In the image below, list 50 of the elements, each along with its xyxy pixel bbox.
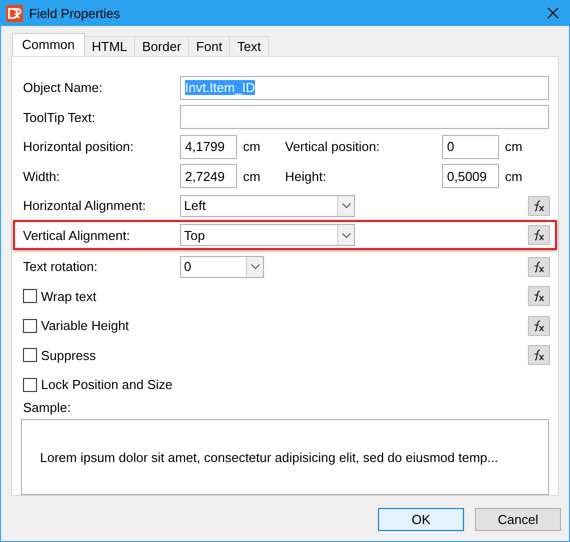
function-icon xyxy=(532,200,546,212)
function-icon xyxy=(532,349,546,362)
dialog-button[interactable]: OK xyxy=(378,508,464,531)
checkbox[interactable] xyxy=(23,348,37,362)
dialog-button[interactable]: Cancel xyxy=(475,508,561,531)
formula-button[interactable] xyxy=(528,196,550,216)
function-icon xyxy=(532,260,546,273)
tab[interactable]: Text xyxy=(229,36,270,56)
field-label: Height: xyxy=(285,168,328,184)
sample-label: Sample: xyxy=(22,399,72,418)
input-field[interactable]: 2,7249 xyxy=(180,164,237,188)
formula-button[interactable] xyxy=(528,316,550,336)
function-icon xyxy=(532,320,546,332)
field-label: Text rotation: xyxy=(23,259,98,274)
field-label: Vertical position: xyxy=(285,139,381,154)
input-field[interactable]: 4,1799 xyxy=(180,134,237,159)
dropdown[interactable]: 0 xyxy=(180,256,264,278)
function-icon xyxy=(532,290,546,302)
checkbox[interactable] xyxy=(23,318,37,333)
checkbox-label: Lock Position and Size xyxy=(41,377,173,392)
input-field[interactable]: 0,5009 xyxy=(442,164,499,188)
formula-button[interactable] xyxy=(528,256,550,277)
checkbox[interactable] xyxy=(23,378,37,392)
function-icon xyxy=(532,229,546,242)
formula-button[interactable] xyxy=(528,225,550,246)
field-label: Object Name: xyxy=(23,80,104,96)
unit-label: cm xyxy=(243,139,260,154)
sample-preview: Lorem ipsum dolor sit amet, consectetur adipisicing elit, sed do eiusmod temp... xyxy=(21,419,549,495)
input-field[interactable] xyxy=(180,105,549,130)
dropdown[interactable]: Left xyxy=(180,194,355,217)
unit-label: cm xyxy=(505,168,522,184)
formula-button[interactable] xyxy=(528,286,550,306)
field-label: ToolTip Text: xyxy=(23,110,96,125)
app-logo-icon xyxy=(6,4,23,22)
unit-label: cm xyxy=(243,168,260,184)
field-label: Width: xyxy=(23,168,61,184)
tab[interactable]: Common xyxy=(12,33,85,56)
unit-label: cm xyxy=(505,139,522,154)
field-label: Vertical Alignment: xyxy=(23,228,131,243)
checkbox-label: Variable Height xyxy=(41,318,129,334)
field-label: Horizontal position: xyxy=(23,139,135,154)
formula-button[interactable] xyxy=(528,345,550,366)
window-title: Field Properties xyxy=(29,6,120,20)
checkbox-label: Wrap text xyxy=(41,288,96,304)
dropdown[interactable]: Top xyxy=(180,224,355,246)
checkbox[interactable] xyxy=(23,289,37,304)
checkbox-label: Suppress xyxy=(41,348,96,363)
input-field[interactable]: 0 xyxy=(442,134,499,159)
field-label: Horizontal Alignment: xyxy=(23,198,147,214)
close-icon[interactable] xyxy=(547,7,559,19)
